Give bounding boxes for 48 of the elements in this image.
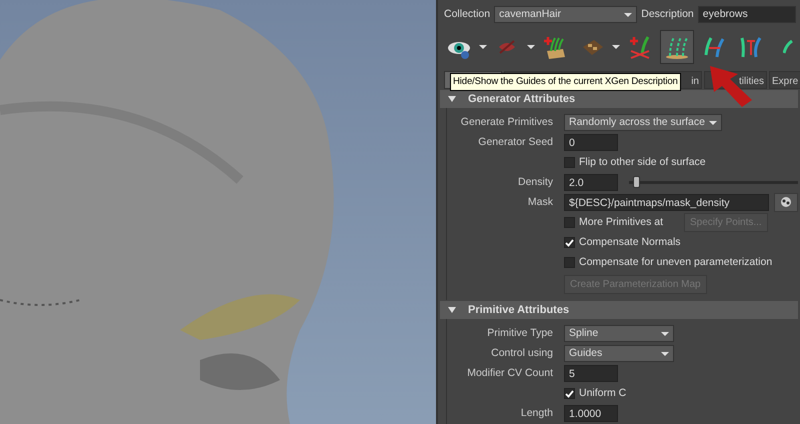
dropdown-caret-icon[interactable] [479,45,487,49]
number-field[interactable]: 1.0000 [564,405,618,422]
field-label: Length [520,406,553,421]
dropdown-caret-icon[interactable] [527,45,535,49]
checkbox-label: Flip to other side of surface [579,154,706,170]
slider-thumb[interactable] [633,176,640,188]
checkbox-label: Compensate Normals [579,234,681,250]
collapse-triangle-icon[interactable] [448,307,456,313]
checkbox-label: Compensate for uneven parameterization [579,254,772,270]
checkbox-label: More Primitives at [579,214,664,230]
number-field[interactable]: 0 [564,134,618,151]
path-field[interactable]: ${DESC}/paintmaps/mask_density [564,194,769,211]
number-field[interactable]: 2.0 [564,174,618,191]
collection-dropdown[interactable]: cavemanHair [494,6,638,23]
checkbox[interactable] [564,237,575,248]
field-label: Description [641,6,694,22]
add-guides-icon [543,35,567,59]
checkbox[interactable] [564,157,575,168]
checkbox-label: Uniform C [579,386,626,401]
number-field[interactable]: 5 [564,365,618,382]
description-field[interactable]: eyebrows [698,6,796,23]
field-label: Control using [490,346,553,361]
checkbox[interactable] [564,388,575,399]
field-label: Generate Primitives [460,114,553,130]
field-label: Density [516,174,553,190]
dropdown[interactable]: Randomly across the surface [564,114,722,131]
field-label: Generator Seed [477,134,553,150]
field-label: Mask [526,194,553,210]
field-label: Primitive Type [486,326,553,341]
field-label: Modifier CV Count [466,366,553,381]
map-button[interactable] [774,193,798,212]
section-title: Generator Attributes [468,92,576,107]
checkbox[interactable] [564,257,575,268]
guides-split-icon [739,35,763,59]
toolbar-button[interactable] [660,30,694,64]
dropdown-caret-icon[interactable] [612,45,620,49]
tab[interactable]: Expre [769,71,800,89]
dropdown[interactable]: Guides [564,345,674,362]
guides-link-icon [702,35,726,59]
tooltip: Hide/Show the Guides of the current XGen Description [450,73,681,92]
dropdown[interactable]: Spline [564,325,674,342]
paint-icon [780,196,792,208]
checkbox[interactable] [564,217,575,228]
guide-tip-icon [783,40,793,54]
section-title: Primitive Attributes [468,302,570,318]
remove-guides-icon [628,35,652,59]
field-label: Collection [444,6,490,22]
guides-icon [665,35,689,59]
